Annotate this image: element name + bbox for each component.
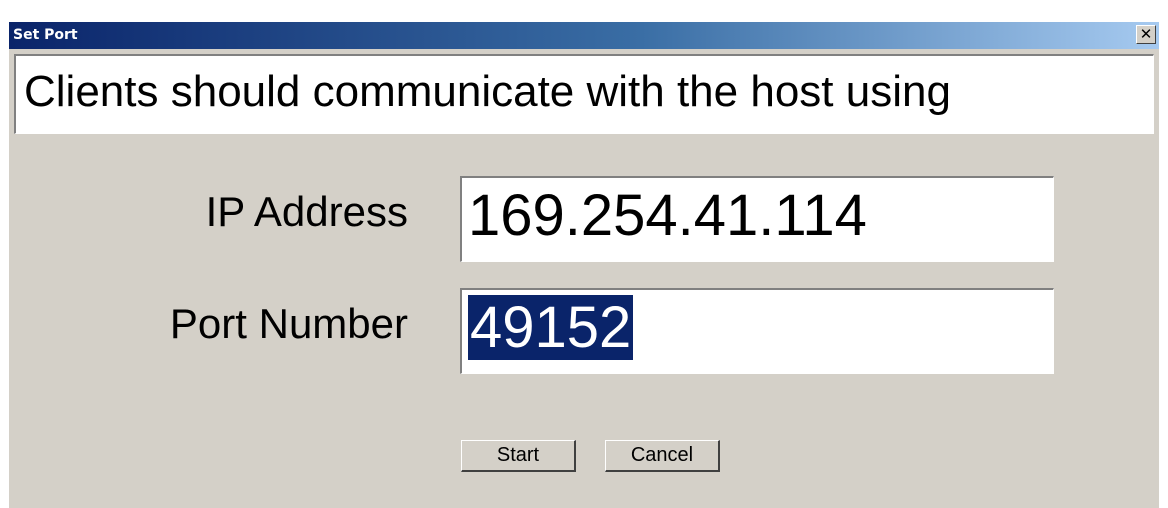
title-bar[interactable]: Set Port ✕ bbox=[9, 22, 1159, 49]
port-number-field[interactable]: 49152 bbox=[460, 288, 1054, 374]
start-button[interactable]: Start bbox=[461, 440, 576, 472]
ip-address-field[interactable]: 169.254.41.114 bbox=[460, 176, 1054, 262]
close-icon: ✕ bbox=[1139, 25, 1153, 43]
message-text: Clients should communicate with the host… bbox=[24, 67, 951, 116]
ip-address-label: IP Address bbox=[205, 188, 408, 235]
message-box: Clients should communicate with the host… bbox=[14, 54, 1154, 134]
port-number-value: 49152 bbox=[468, 295, 634, 360]
window-title: Set Port bbox=[13, 27, 78, 43]
port-number-label: Port Number bbox=[169, 300, 408, 347]
close-button[interactable]: ✕ bbox=[1136, 25, 1156, 44]
cancel-button[interactable]: Cancel bbox=[605, 440, 720, 472]
ip-address-value: 169.254.41.114 bbox=[468, 183, 867, 248]
